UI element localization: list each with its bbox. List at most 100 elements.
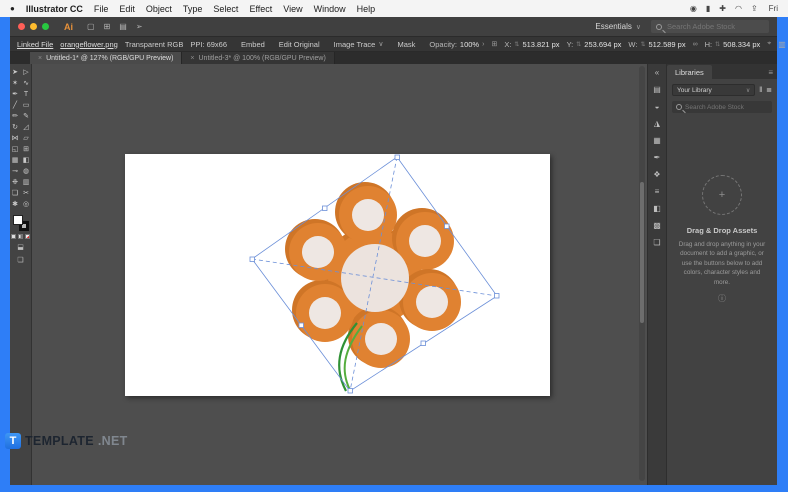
color-mode-icon[interactable] — [11, 234, 16, 239]
minimize-window-button[interactable] — [30, 23, 37, 30]
canvas[interactable] — [32, 64, 647, 485]
hand-tool-icon[interactable]: ✱ — [10, 199, 21, 210]
drawing-mode-icon[interactable]: ⬓ — [17, 243, 24, 251]
transform-icon[interactable]: ⌖ — [767, 40, 771, 48]
tab-libraries[interactable]: Libraries — [667, 65, 712, 79]
spotlight-icon[interactable]: ⇪ — [751, 4, 758, 13]
none-mode-icon[interactable] — [25, 234, 30, 239]
menu-item[interactable]: Select — [213, 4, 238, 14]
line-segment-tool-icon[interactable]: ╱ — [10, 100, 21, 111]
gradient-tool-icon[interactable]: ◧ — [21, 155, 32, 166]
reference-point-locator-icon[interactable]: ⊞ — [491, 40, 497, 48]
selection-handle[interactable] — [347, 388, 353, 394]
tab-untitled-1[interactable]: × Untitled-1* @ 127% (RGB/GPU Preview) — [30, 52, 183, 64]
library-select[interactable]: Your Library ∨ — [672, 84, 756, 96]
x-position-value[interactable]: 513.821 px — [522, 40, 559, 49]
apple-icon[interactable]: ● — [10, 4, 15, 13]
brushes-panel-icon[interactable]: ✒ — [654, 153, 661, 162]
menu-item[interactable]: Object — [146, 4, 172, 14]
rotate-tool-icon[interactable]: ↻ — [10, 122, 21, 133]
battery-icon[interactable]: ▮ — [706, 4, 710, 13]
menu-item[interactable]: File — [94, 4, 109, 14]
stepper-icon[interactable]: ⇅ — [514, 41, 519, 48]
pen-tool-icon[interactable]: ✒ — [10, 89, 21, 100]
share-icon[interactable]: ➢ — [136, 22, 143, 31]
width-tool-icon[interactable]: ⋈ — [10, 133, 21, 144]
menu-item[interactable]: Type — [183, 4, 203, 14]
height-value[interactable]: 508.334 px — [723, 40, 760, 49]
image-trace-button[interactable]: Image Trace ∨ — [334, 40, 384, 49]
link-dimensions-icon[interactable]: ∞ — [693, 41, 698, 48]
properties-panel-icon[interactable]: ▤ — [653, 85, 661, 94]
transparency-panel-icon[interactable]: ▩ — [653, 221, 661, 230]
shape-builder-tool-icon[interactable]: ◱ — [10, 144, 21, 155]
eyedropper-tool-icon[interactable]: ⊸ — [10, 166, 21, 177]
selection-handle[interactable] — [249, 256, 255, 262]
rectangle-tool-icon[interactable]: ▭ — [21, 100, 32, 111]
new-document-icon[interactable]: ▢ — [87, 22, 95, 31]
symbols-panel-icon[interactable]: ❖ — [653, 170, 660, 179]
screen-mode-icon[interactable]: ❏ — [17, 256, 24, 264]
canvas-scrollbar[interactable] — [639, 66, 645, 481]
color-guide-panel-icon[interactable]: ◮ — [654, 119, 660, 128]
stepper-icon[interactable]: ⇅ — [640, 41, 645, 48]
tab-untitled-3[interactable]: × Untitled-3* @ 100% (RGB/GPU Preview) — [182, 52, 335, 64]
zoom-window-button[interactable] — [42, 23, 49, 30]
color-panel-icon[interactable]: ◒ — [655, 102, 660, 111]
scrollbar-thumb[interactable] — [640, 182, 644, 324]
workspace-switcher[interactable]: Essentials ∨ — [595, 22, 641, 31]
swatches-panel-icon[interactable]: ▦ — [653, 136, 661, 145]
selection-tool-icon[interactable]: ➤ — [10, 67, 21, 78]
height-field[interactable]: H: ⇅ 508.334 px — [705, 40, 761, 49]
menubar-clock[interactable]: Fri — [769, 4, 778, 13]
pencil-tool-icon[interactable]: ✎ — [21, 111, 32, 122]
siri-icon[interactable]: ◉ — [690, 4, 697, 13]
close-window-button[interactable] — [18, 23, 25, 30]
stepper-icon[interactable]: ⇅ — [715, 41, 720, 48]
layers-panel-icon[interactable]: ❏ — [653, 238, 660, 247]
slice-tool-icon[interactable]: ✂ — [21, 188, 32, 199]
selection-handle[interactable] — [322, 205, 328, 211]
width-field[interactable]: W: ⇅ 512.589 px — [628, 40, 685, 49]
grid-icon[interactable]: ⊞ — [104, 22, 111, 31]
menu-app-name[interactable]: Illustrator CC — [26, 4, 83, 14]
selection-handle[interactable] — [420, 340, 426, 346]
lasso-tool-icon[interactable]: ∿ — [21, 78, 32, 89]
selection-handle[interactable] — [394, 154, 400, 160]
panel-menu-icon[interactable]: ≡ — [764, 68, 777, 79]
filename-link[interactable]: orangeflower.png — [60, 40, 118, 49]
graph-tool-icon[interactable]: ▥ — [21, 177, 32, 188]
gradient-panel-icon[interactable]: ◧ — [653, 204, 661, 213]
perspective-grid-tool-icon[interactable]: ⊞ — [21, 144, 32, 155]
selection-handle[interactable] — [444, 223, 450, 229]
list-view-icon[interactable]: ≣ — [766, 86, 772, 94]
artboard-tool-icon[interactable]: ❏ — [10, 188, 21, 199]
menu-item[interactable]: View — [283, 4, 302, 14]
stroke-panel-icon[interactable]: ≡ — [655, 187, 660, 196]
type-tool-icon[interactable]: T — [21, 89, 32, 100]
info-icon[interactable]: ⓘ — [675, 293, 769, 304]
fill-swatch[interactable] — [12, 215, 23, 225]
menu-item[interactable]: Effect — [249, 4, 272, 14]
selection-handle[interactable] — [298, 322, 304, 328]
opacity-control[interactable]: Opacity: 100% › — [429, 40, 484, 49]
mesh-tool-icon[interactable]: ▦ — [10, 155, 21, 166]
control-center-icon[interactable]: ✚ — [719, 4, 726, 13]
library-search-input[interactable] — [672, 101, 772, 113]
linked-file-link[interactable]: Linked File — [17, 40, 53, 49]
layout-icon[interactable]: ▤ — [119, 22, 127, 31]
selection-handle[interactable] — [494, 293, 500, 299]
menu-item[interactable]: Help — [357, 4, 376, 14]
y-position-value[interactable]: 253.694 px — [584, 40, 621, 49]
width-value[interactable]: 512.589 px — [648, 40, 685, 49]
edit-original-button[interactable]: Edit Original — [279, 40, 320, 49]
mask-button[interactable]: Mask — [397, 40, 415, 49]
menu-item[interactable]: Edit — [119, 4, 135, 14]
artboard[interactable] — [125, 154, 550, 396]
y-position-field[interactable]: Y: ⇅ 253.694 px — [567, 40, 622, 49]
magic-wand-tool-icon[interactable]: ✶ — [10, 78, 21, 89]
free-transform-tool-icon[interactable]: ▱ — [21, 133, 32, 144]
close-icon[interactable]: × — [190, 55, 194, 62]
grid-view-icon[interactable]: ‖ — [759, 87, 762, 94]
collapse-panels-icon[interactable]: « — [655, 68, 659, 77]
